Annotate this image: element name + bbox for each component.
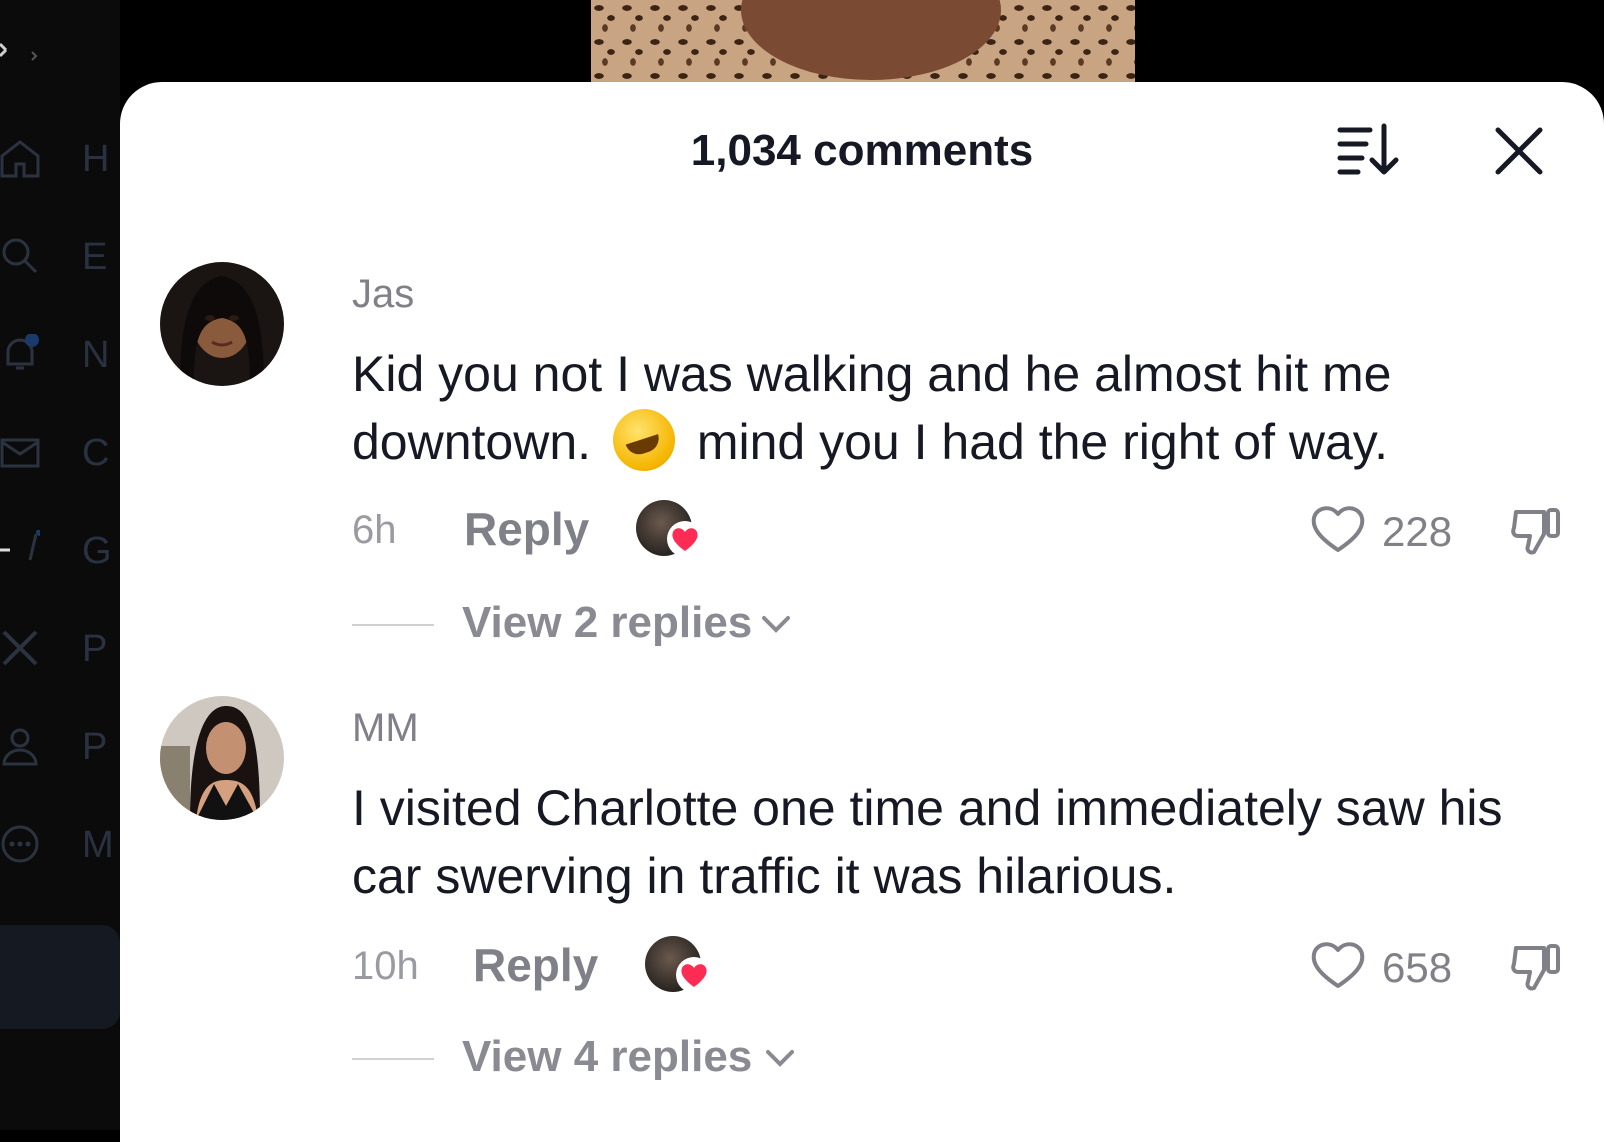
avatar[interactable] xyxy=(160,696,284,820)
comment-time: 6h xyxy=(352,508,397,552)
mail-icon xyxy=(0,438,40,468)
like-count: 228 xyxy=(1382,508,1453,555)
profile-icon xyxy=(2,728,38,766)
replies-divider-line xyxy=(352,624,434,626)
bg-nav-label: P xyxy=(82,726,108,768)
view-replies-label: View 4 replies xyxy=(462,1032,753,1081)
like-count: 658 xyxy=(1382,944,1453,991)
bg-nav-label: G xyxy=(82,530,112,572)
bg-nav-label: N xyxy=(82,334,110,376)
creator-liked-badge xyxy=(645,936,717,998)
bg-nav-label: P xyxy=(82,628,108,670)
search-icon xyxy=(2,238,38,274)
heart-icon[interactable] xyxy=(1308,500,1368,556)
heart-badge-icon xyxy=(667,521,703,557)
comment-meta: 6h Reply 228 xyxy=(352,500,1582,560)
chevron-down-icon xyxy=(766,1050,794,1067)
bg-nav-explore: E xyxy=(0,228,120,288)
chevron-down-icon xyxy=(762,616,790,633)
comment-username[interactable]: MM xyxy=(352,706,419,751)
bg-nav-label: H xyxy=(82,138,110,180)
bg-nav-label: E xyxy=(82,236,108,278)
comment-text: I visited Charlotte one time and immedia… xyxy=(352,780,1503,904)
replies-divider-line xyxy=(352,1058,434,1060)
heart-icon[interactable] xyxy=(1308,936,1368,992)
bg-nav-grok: G xyxy=(0,522,120,582)
back-arrow-icon[interactable] xyxy=(0,30,40,70)
home-icon xyxy=(0,140,40,178)
bg-nav-notifications: N xyxy=(0,326,120,386)
bg-nav-premium: P xyxy=(0,620,120,680)
heart-badge-icon xyxy=(676,957,712,993)
bg-nav-more: M xyxy=(0,816,120,876)
more-icon xyxy=(1,825,39,863)
dislike-icon[interactable] xyxy=(1508,500,1568,560)
comment-text: Kid you not I was walking and he almost … xyxy=(352,340,1512,476)
comment-username[interactable]: Jas xyxy=(352,272,414,317)
creator-liked-badge xyxy=(636,500,708,562)
bg-nav-profile: P xyxy=(0,718,120,778)
bg-post-button xyxy=(0,925,120,1029)
comment-time: 10h xyxy=(352,944,419,988)
bell-icon xyxy=(6,334,39,370)
comments-sheet: 1,034 comments Jas Kid you not I was wal… xyxy=(120,82,1604,1142)
video-thumbnail xyxy=(591,0,1135,84)
reply-button[interactable]: Reply xyxy=(473,938,598,992)
bg-nav-home: H xyxy=(0,130,120,190)
reply-button[interactable]: Reply xyxy=(464,502,589,556)
avatar[interactable] xyxy=(160,262,284,386)
view-replies-button[interactable]: View 4 replies xyxy=(352,1026,952,1086)
view-replies-label: View 2 replies xyxy=(462,598,753,647)
comment-text-part: mind you I had the right of way. xyxy=(696,414,1388,470)
comment-meta: 10h Reply 658 xyxy=(352,936,1582,996)
bg-nav-label: C xyxy=(82,432,110,474)
dislike-icon[interactable] xyxy=(1508,936,1568,996)
comment-item: Jas Kid you not I was walking and he alm… xyxy=(160,262,1580,682)
close-icon[interactable] xyxy=(1492,124,1546,178)
grok-icon xyxy=(0,530,40,561)
rolling-on-floor-laughing-emoji xyxy=(612,409,675,471)
x-logo-icon xyxy=(2,630,38,666)
background-sidebar: H E N C G P P M xyxy=(0,0,120,1130)
sort-icon[interactable] xyxy=(1336,122,1400,178)
bg-nav-label: M xyxy=(82,824,114,866)
comment-item: MM I visited Charlotte one time and imme… xyxy=(160,696,1580,1116)
view-replies-button[interactable]: View 2 replies xyxy=(352,592,952,652)
bg-nav-messages: C xyxy=(0,424,120,484)
